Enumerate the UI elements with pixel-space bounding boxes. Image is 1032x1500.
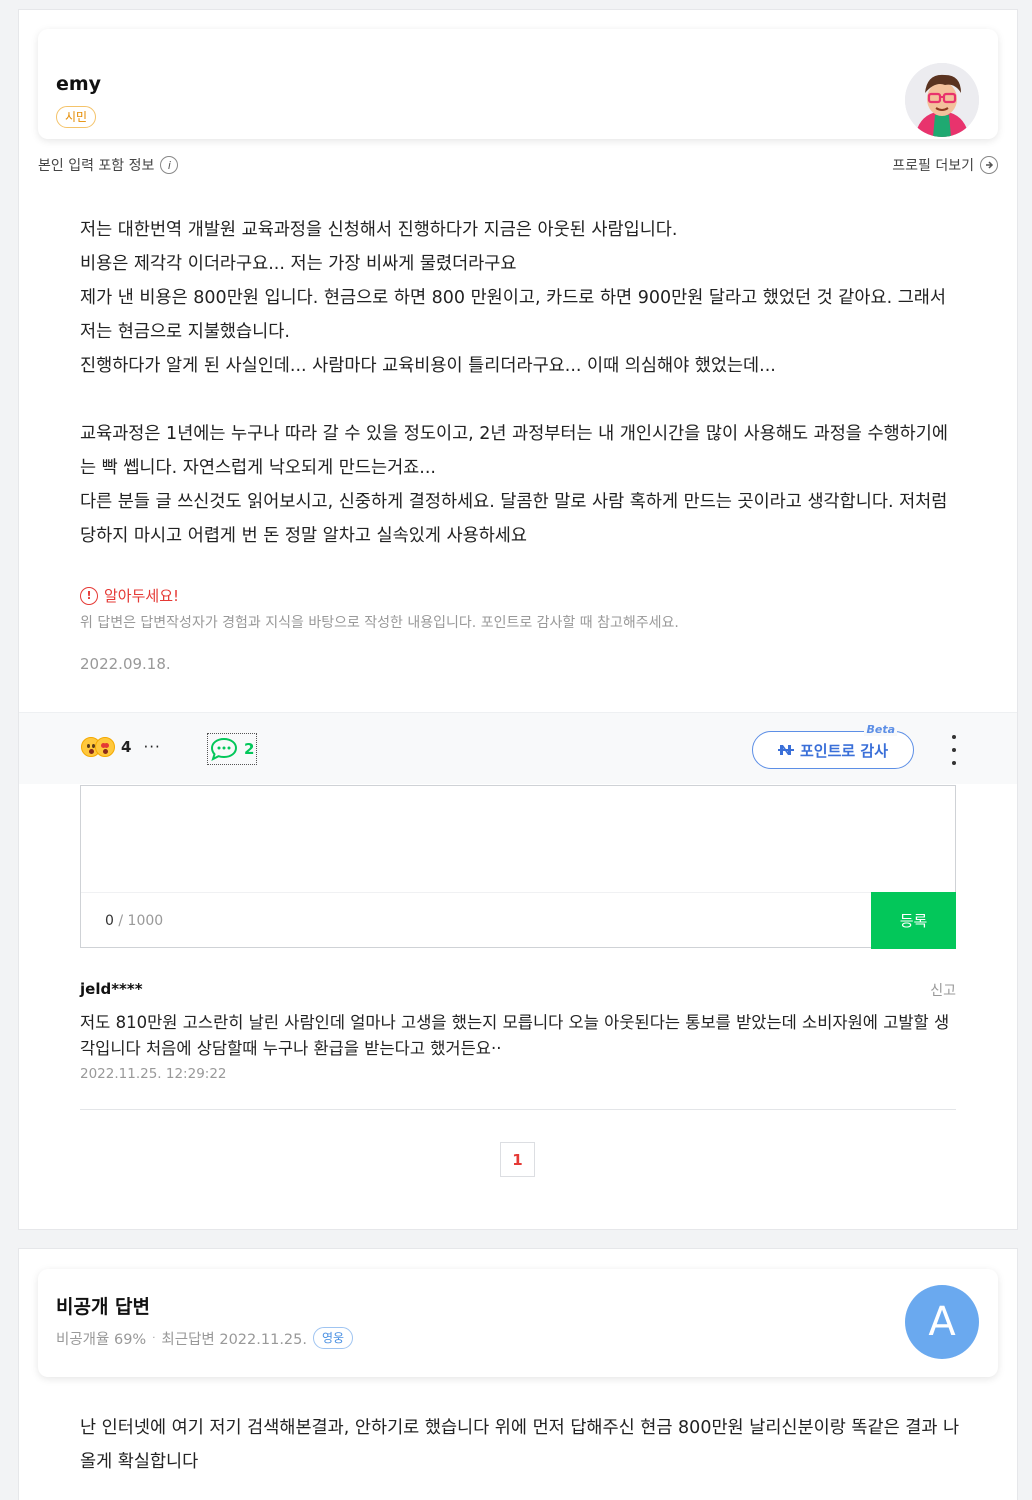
grade-badge: 시민 <box>56 106 97 128</box>
profile-more-link[interactable]: 프로필 더보기 <box>892 155 998 175</box>
editor-footer: 0 / 1000 등록 <box>81 892 956 949</box>
char-count-sep: / <box>113 913 128 929</box>
comment-toggle-button[interactable]: 2 <box>207 733 258 765</box>
answer-card: emy 시민 본인 입력 포함 정보 i 프로필 더보기 저는 대한번역 개발원… <box>18 9 1018 1230</box>
info-icon[interactable]: i <box>160 156 179 174</box>
naver-point-icon <box>777 745 794 755</box>
reaction-more-button[interactable]: ··· <box>143 738 160 756</box>
profile-more-label: 프로필 더보기 <box>892 158 974 174</box>
comment-count: 2 <box>244 740 255 758</box>
beta-tag: Beta <box>864 723 897 736</box>
comment-author[interactable]: jeld**** <box>80 980 956 998</box>
pagination-page[interactable]: 1 <box>500 1142 535 1177</box>
answerer-stats: 비공개율 69% · 최근답변 2022.11.25. 영웅 <box>56 1327 354 1349</box>
char-count-max: 1000 <box>127 913 164 929</box>
alert-icon: ! <box>80 586 98 605</box>
answer-paragraph: 교육과정은 1년에는 누구나 따라 갈 수 있을 정도이고, 2년 과정부터는 … <box>80 424 948 546</box>
comment-date: 2022.11.25. 12:29:22 <box>80 1066 227 1082</box>
char-count: 0 / 1000 <box>105 913 163 929</box>
answer-text: 저는 대한번역 개발원 교육과정을 신청해서 진행하다가 지금은 아웃된 사람입… <box>80 213 960 553</box>
answer-card: 비공개 답변 비공개율 69% · 최근답변 2022.11.25. 영웅 A … <box>18 1248 1018 1500</box>
reaction-count: 4 <box>121 738 132 756</box>
submit-comment-button[interactable]: 등록 <box>871 892 956 949</box>
self-info-label: 본인 입력 포함 정보 <box>38 158 155 174</box>
answer-date: 2022.09.18. <box>80 655 171 673</box>
notice-title: ! 알아두세요! <box>80 585 179 606</box>
answerer-profile[interactable]: emy 시민 <box>38 29 998 139</box>
private-rate: 비공개율 69% <box>56 1331 147 1348</box>
point-thanks-label: 포인트로 감사 <box>799 741 889 760</box>
comment-input[interactable] <box>81 786 955 892</box>
hero-badge: 영웅 <box>313 1327 354 1349</box>
info-row: 본인 입력 포함 정보 i 프로필 더보기 <box>38 155 998 177</box>
more-options-icon[interactable] <box>949 735 959 765</box>
answerer-profile: 비공개 답변 비공개율 69% · 최근답변 2022.11.25. 영웅 A <box>38 1269 998 1377</box>
self-info[interactable]: 본인 입력 포함 정보 i <box>38 155 179 175</box>
recent-answer: 최근답변 2022.11.25. <box>161 1331 307 1348</box>
speech-bubble-icon <box>210 737 238 761</box>
report-button[interactable]: 신고 <box>930 980 956 1000</box>
arrow-right-icon <box>980 156 998 174</box>
comment-text: 저도 810만원 고스란히 날린 사람인데 얼마나 고생을 했는지 모릅니다 오… <box>80 1013 950 1058</box>
dot-separator: · <box>152 1332 156 1344</box>
character-avatar-icon <box>905 63 979 137</box>
reaction-summary[interactable]: 4 ··· <box>81 737 161 757</box>
anonymous-name: 비공개 답변 <box>56 1296 151 1318</box>
heart-eyes-emoji-icon <box>95 737 115 757</box>
notice-description: 위 답변은 답변작성자가 경험과 지식을 바탕으로 작성한 내용입니다. 포인트… <box>80 615 679 631</box>
comment-item: jeld**** 신고 저도 810만원 고스란히 날린 사람인데 얼마나 고생… <box>80 980 956 1082</box>
avatar[interactable] <box>905 63 979 137</box>
notice-title-text: 알아두세요! <box>104 587 180 605</box>
char-count-current: 0 <box>105 913 114 929</box>
action-bar: 4 ··· 2 포인트로 감사 Beta <box>19 712 1017 784</box>
comment-editor: 0 / 1000 등록 <box>80 785 956 949</box>
divider <box>80 1109 956 1110</box>
anonymous-avatar: A <box>905 1285 979 1359</box>
answer-text: 난 인터넷에 여기 저기 검색해본결과, 안하기로 했습니다 위에 먼저 답해주… <box>80 1418 960 1472</box>
answerer-name[interactable]: emy <box>56 73 101 95</box>
point-thanks-button[interactable]: 포인트로 감사 Beta <box>752 723 914 769</box>
answer-paragraph: 저는 대한번역 개발원 교육과정을 신청해서 진행하다가 지금은 아웃된 사람입… <box>80 220 946 376</box>
